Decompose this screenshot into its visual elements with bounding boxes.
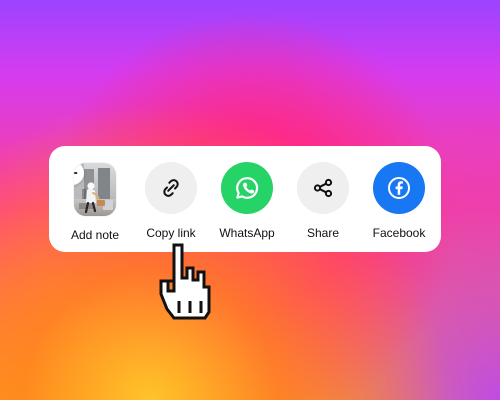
facebook-label: Facebook (372, 226, 426, 240)
whatsapp-icon-circle (221, 162, 273, 214)
facebook-button[interactable]: Facebook (361, 162, 437, 242)
share-icon (313, 178, 333, 198)
pointer-hand-cursor (150, 241, 214, 323)
whatsapp-icon (236, 177, 259, 199)
share-label: Share (306, 226, 340, 240)
whatsapp-label: WhatsApp (219, 226, 275, 240)
share-menu-card: Add note Copy link WhatsApp Share Facebo… (49, 146, 441, 252)
link-icon (163, 179, 179, 197)
note-photo-thumbnail (74, 163, 116, 216)
share-button[interactable]: Share (285, 162, 361, 242)
add-note-button[interactable]: Add note (57, 162, 133, 242)
copy-link-button[interactable]: Copy link (133, 162, 209, 242)
facebook-icon-circle (373, 162, 425, 214)
add-note-label: Add note (70, 228, 120, 242)
share-icon-circle (297, 162, 349, 214)
copy-link-label: Copy link (146, 226, 196, 240)
link-icon-circle (145, 162, 197, 214)
facebook-icon (388, 177, 410, 199)
whatsapp-button[interactable]: WhatsApp (209, 162, 285, 242)
